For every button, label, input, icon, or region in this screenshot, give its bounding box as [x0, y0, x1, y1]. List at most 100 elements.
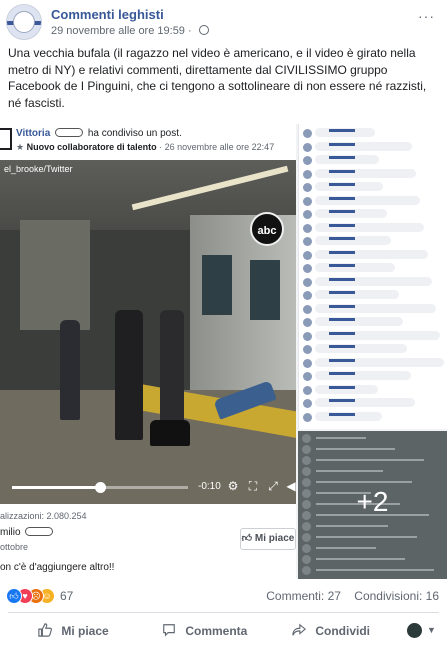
- abc-logo: abc: [250, 212, 284, 246]
- thumbnail-commenter-name: [329, 318, 355, 321]
- thumbnail-commenter-name: [329, 196, 355, 200]
- thumbnail-commenter-avatar: [302, 434, 311, 443]
- thumbs-up-icon: [38, 623, 52, 637]
- thumbnail-commenter-avatar: [303, 210, 312, 219]
- shared-post-screenshot[interactable]: Vittoria ha condiviso un post. ★ Nuovo c…: [0, 124, 296, 579]
- thumbnail-comment-bubble: [315, 384, 378, 394]
- thumbnail-commenter-avatar: [302, 544, 311, 553]
- post-as-selector[interactable]: ▼: [407, 622, 437, 640]
- more-photos-thumbnail[interactable]: +2: [298, 431, 447, 579]
- avatar-emblem: [13, 11, 35, 33]
- more-options-icon[interactable]: ···: [418, 8, 435, 24]
- shared-like-button[interactable]: 👍︎ Mi piace: [240, 528, 296, 550]
- thumbnail-commenter-avatar: [303, 345, 312, 354]
- thumbnail-commenter-avatar: [303, 291, 312, 300]
- footer-divider: [8, 612, 439, 613]
- video-scene-stairs: [20, 220, 90, 330]
- thumbnail-comment-bubble: [315, 249, 428, 259]
- comment-date: ottobre: [0, 542, 29, 552]
- thumbs-up-icon: 👍︎: [241, 533, 253, 544]
- share-arrow-icon: [292, 623, 306, 636]
- expand-icon[interactable]: ⤢: [266, 479, 280, 493]
- meta-separator: ·: [188, 25, 192, 37]
- video-scene-person: [115, 310, 143, 440]
- thumbnail-comment-bubble: [315, 195, 420, 205]
- volume-icon[interactable]: ◀: [284, 479, 296, 493]
- thumbnail-commenter-avatar: [303, 250, 312, 260]
- thumbnail-commenter-avatar: [303, 412, 312, 422]
- thumbnail-commenter-avatar: [302, 445, 311, 454]
- post-timestamp[interactable]: 29 novembre alle ore 19:59: [51, 25, 185, 37]
- thumbnail-commenter-avatar: [303, 331, 312, 341]
- thumbnail-comment-bubble: [315, 222, 424, 232]
- thumbnail-comment-bubble: [315, 371, 411, 380]
- thumbnail-comment-line: [316, 558, 405, 560]
- more-photos-count: +2: [356, 486, 389, 517]
- comments-count[interactable]: Commenti: 27: [266, 589, 341, 603]
- thumbnail-commenter-name: [329, 223, 355, 227]
- thumbnail-commenter-name: [329, 331, 355, 335]
- shares-count[interactable]: Condivisioni: 16: [354, 589, 439, 603]
- thumbnail-comment-bubble: [315, 317, 403, 326]
- thumbnail-comment-bubble: [315, 209, 387, 218]
- thumbnail-comment-bubble: [315, 128, 375, 137]
- thumbnail-commenter-name: [329, 399, 355, 402]
- profile-avatar: [407, 623, 422, 638]
- share-label: Condividi: [315, 624, 371, 638]
- like-button[interactable]: Mi piace: [38, 623, 109, 638]
- thumbnail-comment-line: [316, 459, 424, 461]
- thumbnail-commenter-name: [329, 237, 355, 240]
- settings-gear-icon[interactable]: ⚙: [226, 479, 240, 493]
- commenter-name-row: milio: [0, 527, 55, 538]
- thumbnail-comment-bubble: [315, 263, 395, 272]
- thumbnail-commenter-avatar: [303, 372, 312, 381]
- video-scene-person: [60, 320, 80, 420]
- thumbnail-comment-bubble: [315, 344, 407, 353]
- thumbnail-commenter-name: [329, 291, 355, 294]
- reaction-count: 67: [60, 589, 74, 603]
- thumbnail-comment-bubble: [315, 411, 382, 421]
- thumbnail-commenter-avatar: [302, 533, 311, 542]
- chevron-down-icon: ▼: [427, 625, 436, 635]
- thumbnail-commenter-avatar: [303, 304, 312, 314]
- thumbnail-commenter-avatar: [302, 566, 311, 575]
- like-label: Mi piace: [61, 624, 109, 638]
- redacted-name-box: [55, 128, 84, 137]
- thumbnail-commenter-avatar: [303, 142, 312, 152]
- thumbnail-comment-line: [316, 569, 434, 571]
- thumbnail-commenter-avatar: [303, 223, 312, 233]
- video-scene-person: [160, 310, 184, 430]
- shared-date: · 26 novembre alle ore 22:47: [159, 142, 275, 152]
- engagement-counts: Commenti: 27 Condivisioni: 16: [256, 589, 439, 603]
- page-avatar[interactable]: [6, 4, 42, 40]
- fullscreen-icon[interactable]: ⛶: [246, 479, 260, 493]
- video-progress-handle[interactable]: [95, 482, 106, 493]
- thumbnail-comment-line: [316, 547, 376, 549]
- shared-action-text: ha condiviso un post.: [87, 128, 182, 139]
- thumbnail-commenter-avatar: [303, 385, 312, 395]
- video-progress-bar[interactable]: [12, 482, 188, 493]
- thumbnail-comment-bubble: [315, 182, 383, 191]
- thumbnail-commenter-avatar: [303, 196, 312, 206]
- comments-screenshot-thumbnail[interactable]: [298, 124, 447, 429]
- video-progress-fill: [12, 486, 100, 489]
- like-icon: 👍︎: [6, 588, 22, 604]
- share-button[interactable]: Condividi: [292, 623, 370, 638]
- thumbnail-comment-bubble: [315, 155, 379, 164]
- thumbnail-commenter-avatar: [303, 277, 312, 287]
- thumbnail-commenter-avatar: [302, 456, 311, 465]
- thumbnail-commenter-name: [329, 210, 355, 213]
- thumbnail-commenter-name: [329, 142, 355, 146]
- post-body-text: Una vecchia bufala (il ragazzo nel video…: [8, 46, 427, 110]
- thumbnail-commenter-avatar: [302, 555, 311, 564]
- shared-author-avatar: [0, 128, 12, 150]
- globe-icon: [198, 25, 209, 35]
- thumbnail-comment-bubble: [315, 330, 440, 340]
- shared-like-label: Mi piace: [254, 533, 295, 544]
- page-name[interactable]: Commenti leghisti: [51, 7, 164, 22]
- commenter-name: milio: [0, 527, 21, 538]
- post-media: Vittoria ha condiviso un post. ★ Nuovo c…: [0, 124, 447, 579]
- comment-button[interactable]: Commenta: [162, 623, 247, 638]
- thumbnail-comment-line: [316, 448, 395, 450]
- video-scene-bag: [150, 420, 190, 446]
